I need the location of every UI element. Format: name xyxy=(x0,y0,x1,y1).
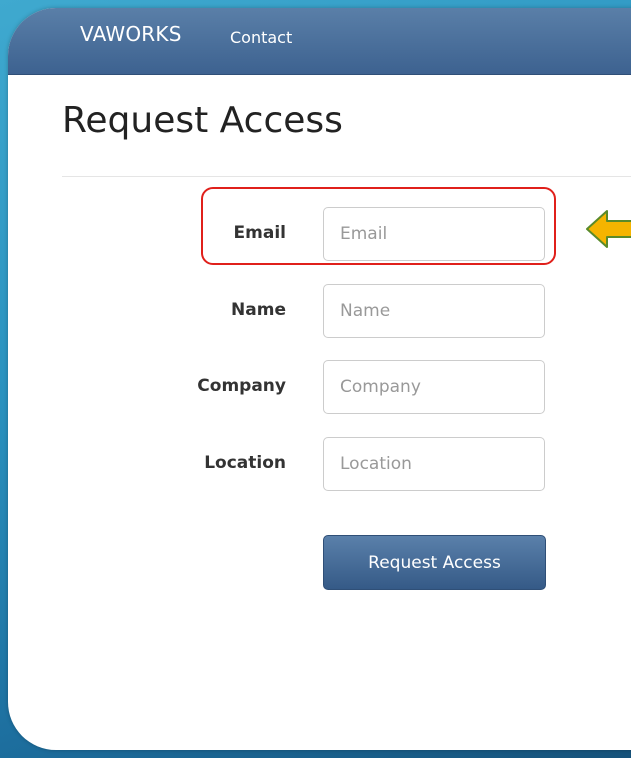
form-row-name: Name xyxy=(8,284,631,340)
name-label: Name xyxy=(231,300,286,320)
name-field[interactable] xyxy=(323,284,545,338)
nav-link-contact[interactable]: Contact xyxy=(230,28,292,47)
navbar: VAWORKS Contact xyxy=(8,8,631,75)
app-window: VAWORKS Contact Request Access Email Nam… xyxy=(8,8,631,750)
divider xyxy=(62,176,631,177)
brand-link[interactable]: VAWORKS xyxy=(80,22,182,46)
form-row-location: Location xyxy=(8,437,631,493)
location-field[interactable] xyxy=(323,437,545,491)
form-row-company: Company xyxy=(8,360,631,416)
arrow-pointer-icon xyxy=(586,210,631,248)
highlight-annotation xyxy=(201,187,556,265)
page-title: Request Access xyxy=(62,100,343,141)
company-label: Company xyxy=(197,376,286,396)
company-field[interactable] xyxy=(323,360,545,414)
location-label: Location xyxy=(204,453,286,473)
request-access-button[interactable]: Request Access xyxy=(323,535,546,590)
